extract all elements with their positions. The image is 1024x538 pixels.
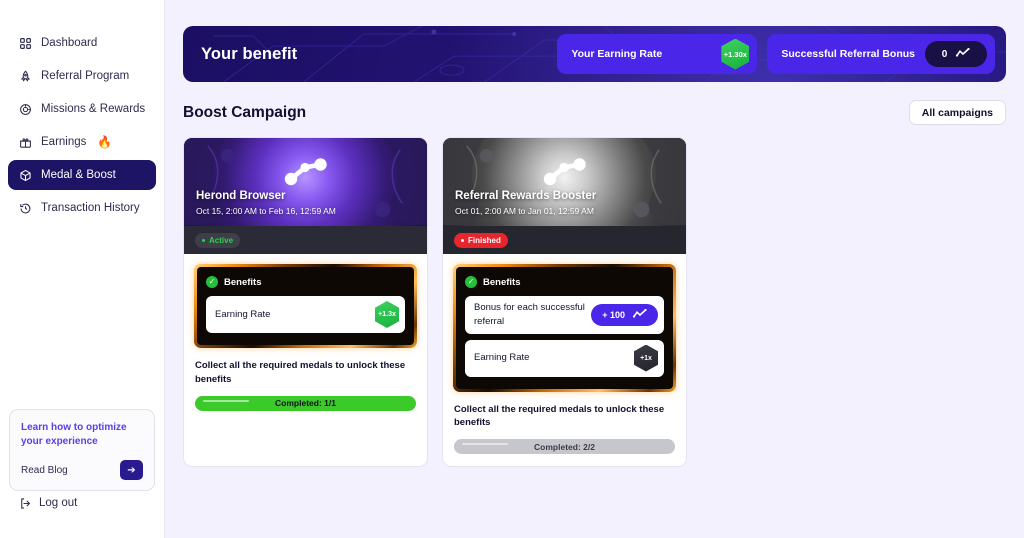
campaign-hero: Referral Rewards Booster Oct 01, 2:00 AM… <box>443 138 686 226</box>
campaign-hero: Herond Browser Oct 15, 2:00 AM to Feb 16… <box>184 138 427 226</box>
promo-title: Learn how to optimize your experience <box>21 422 127 447</box>
campaign-benefits-body: ✓ Benefits Bonus for each successful ref… <box>443 254 686 392</box>
target-icon <box>18 102 32 116</box>
campaign-status-bar: Finished <box>443 226 686 254</box>
sparkline-icon <box>956 47 970 60</box>
sidebar-item-label: Transaction History <box>41 202 140 214</box>
campaign-logo-icon <box>543 158 586 186</box>
unlock-note: Collect all the required medals to unloc… <box>454 403 665 429</box>
sidebar-item-label: Medal & Boost <box>41 169 116 181</box>
progress-bar: Completed: 1/1 <box>195 395 416 411</box>
main-content: Your benefit Your Earning Rate +1.30x Su… <box>165 0 1024 538</box>
sidebar-item-earnings[interactable]: Earnings 🔥 <box>8 127 156 157</box>
campaign-card[interactable]: Referral Rewards Booster Oct 01, 2:00 AM… <box>442 137 687 468</box>
stat-value-slot: +1.30x <box>721 38 750 70</box>
check-circle-icon: ✓ <box>465 276 477 288</box>
stat-card-referral-bonus[interactable]: Successful Referral Bonus 0 <box>767 34 995 74</box>
referral-bonus-value: 0 <box>941 48 948 60</box>
unlock-note: Collect all the required medals to unloc… <box>195 360 406 385</box>
promo-row: Read Blog ➔ <box>21 460 143 480</box>
logout-icon <box>18 496 32 510</box>
status-dot-icon <box>461 238 464 242</box>
campaign-footer: Collect all the required medals to unloc… <box>184 348 427 423</box>
sidebar-item-label: Referral Program <box>41 70 130 82</box>
campaign-hero-text: Herond Browser Oct 15, 2:00 AM to Feb 16… <box>196 190 336 216</box>
benefits-panel: ✓ Benefits Bonus for each successful ref… <box>453 264 676 392</box>
logout-button[interactable]: Log out <box>18 496 77 510</box>
benefit-banner: Your benefit Your Earning Rate +1.30x Su… <box>183 26 1006 82</box>
flame-icon: 🔥 <box>97 135 113 149</box>
referral-bonus-pill: 0 <box>925 41 987 67</box>
section-header: Boost Campaign All campaigns <box>183 100 1006 125</box>
status-badge-label: Active <box>209 235 234 245</box>
benefits-label: Benefits <box>224 276 262 288</box>
stat-label: Successful Referral Bonus <box>781 48 915 60</box>
stat-value-slot: 0 <box>925 41 987 67</box>
grid-icon <box>18 36 32 50</box>
sidebar: Dashboard Referral Program Missions & Re… <box>0 0 165 538</box>
campaign-hero-text: Referral Rewards Booster Oct 01, 2:00 AM… <box>455 190 596 216</box>
sidebar-item-referral-program[interactable]: Referral Program <box>8 61 156 91</box>
progress-bar: Completed: 2/2 <box>454 439 675 455</box>
benefits-header: ✓ Benefits <box>206 276 405 288</box>
progress-sheen <box>203 399 249 402</box>
sidebar-item-transaction-history[interactable]: Transaction History <box>8 193 156 223</box>
benefit-bonus-pill: + 100 <box>591 303 658 326</box>
sidebar-item-missions-rewards[interactable]: Missions & Rewards <box>8 94 156 124</box>
stat-card-earning-rate[interactable]: Your Earning Rate +1.30x <box>557 34 758 74</box>
campaign-benefits-body: ✓ Benefits Earning Rate +1.3x <box>184 254 427 348</box>
campaign-footer: Collect all the required medals to unloc… <box>443 392 686 467</box>
benefit-hex-badge: +1x <box>634 344 658 372</box>
campaign-date-range: Oct 01, 2:00 AM to Jan 01, 12:59 AM <box>455 206 594 216</box>
benefit-label: Earning Rate <box>474 352 530 364</box>
campaign-list: Herond Browser Oct 15, 2:00 AM to Feb 16… <box>183 137 1006 468</box>
benefit-label: Bonus for each successful referral <box>474 302 585 327</box>
read-blog-label[interactable]: Read Blog <box>21 465 68 476</box>
sidebar-item-dashboard[interactable]: Dashboard <box>8 28 156 58</box>
check-circle-icon: ✓ <box>206 276 218 288</box>
sparkline-icon <box>632 309 647 320</box>
benefit-row: Earning Rate +1.3x <box>206 296 405 333</box>
progress-label: Completed: 1/1 <box>275 398 336 409</box>
campaign-name: Herond Browser <box>196 190 286 202</box>
campaign-logo-icon <box>284 158 327 186</box>
box-icon <box>18 168 32 182</box>
status-dot-icon <box>202 238 205 242</box>
sidebar-item-label: Dashboard <box>41 37 98 49</box>
campaign-status-bar: Active <box>184 226 427 254</box>
all-campaigns-button[interactable]: All campaigns <box>908 100 1006 125</box>
benefit-row: Earning Rate +1x <box>465 339 664 377</box>
progress-sheen <box>462 443 508 446</box>
logout-label: Log out <box>39 497 78 509</box>
status-badge: Active <box>195 232 241 248</box>
benefit-hex-badge: +1.3x <box>375 301 399 328</box>
promo-card: Learn how to optimize your experience Re… <box>9 409 155 491</box>
banner-title: Your benefit <box>201 44 298 63</box>
sidebar-item-medal-boost[interactable]: Medal & Boost <box>8 160 156 190</box>
earning-rate-hex-badge: +1.30x <box>721 38 750 70</box>
benefits-label: Benefits <box>483 276 521 288</box>
rocket-icon <box>18 69 32 83</box>
benefits-panel: ✓ Benefits Earning Rate +1.3x <box>194 264 417 348</box>
benefit-value: + 100 <box>602 309 625 320</box>
campaign-date-range: Oct 15, 2:00 AM to Feb 16, 12:59 AM <box>196 206 336 216</box>
arrow-right-icon[interactable]: ➔ <box>120 460 143 480</box>
progress-label: Completed: 2/2 <box>534 441 595 452</box>
history-icon <box>18 201 32 215</box>
sidebar-nav: Dashboard Referral Program Missions & Re… <box>0 28 164 223</box>
status-badge-label: Finished <box>468 235 501 245</box>
banner-stat-cards: Your Earning Rate +1.30x Successful Refe… <box>557 34 995 74</box>
sidebar-item-label: Missions & Rewards <box>41 103 146 115</box>
app-root: Dashboard Referral Program Missions & Re… <box>0 0 1024 538</box>
page-title: Boost Campaign <box>183 103 307 121</box>
sidebar-item-label: Earnings <box>41 136 87 148</box>
benefits-header: ✓ Benefits <box>465 276 664 288</box>
campaign-card[interactable]: Herond Browser Oct 15, 2:00 AM to Feb 16… <box>183 137 428 468</box>
stat-label: Your Earning Rate <box>571 48 663 60</box>
status-badge: Finished <box>454 232 508 248</box>
benefit-label: Earning Rate <box>215 308 271 320</box>
benefit-row: Bonus for each successful referral + 100 <box>465 296 664 334</box>
campaign-name: Referral Rewards Booster <box>455 190 597 202</box>
gift-icon <box>18 135 32 149</box>
